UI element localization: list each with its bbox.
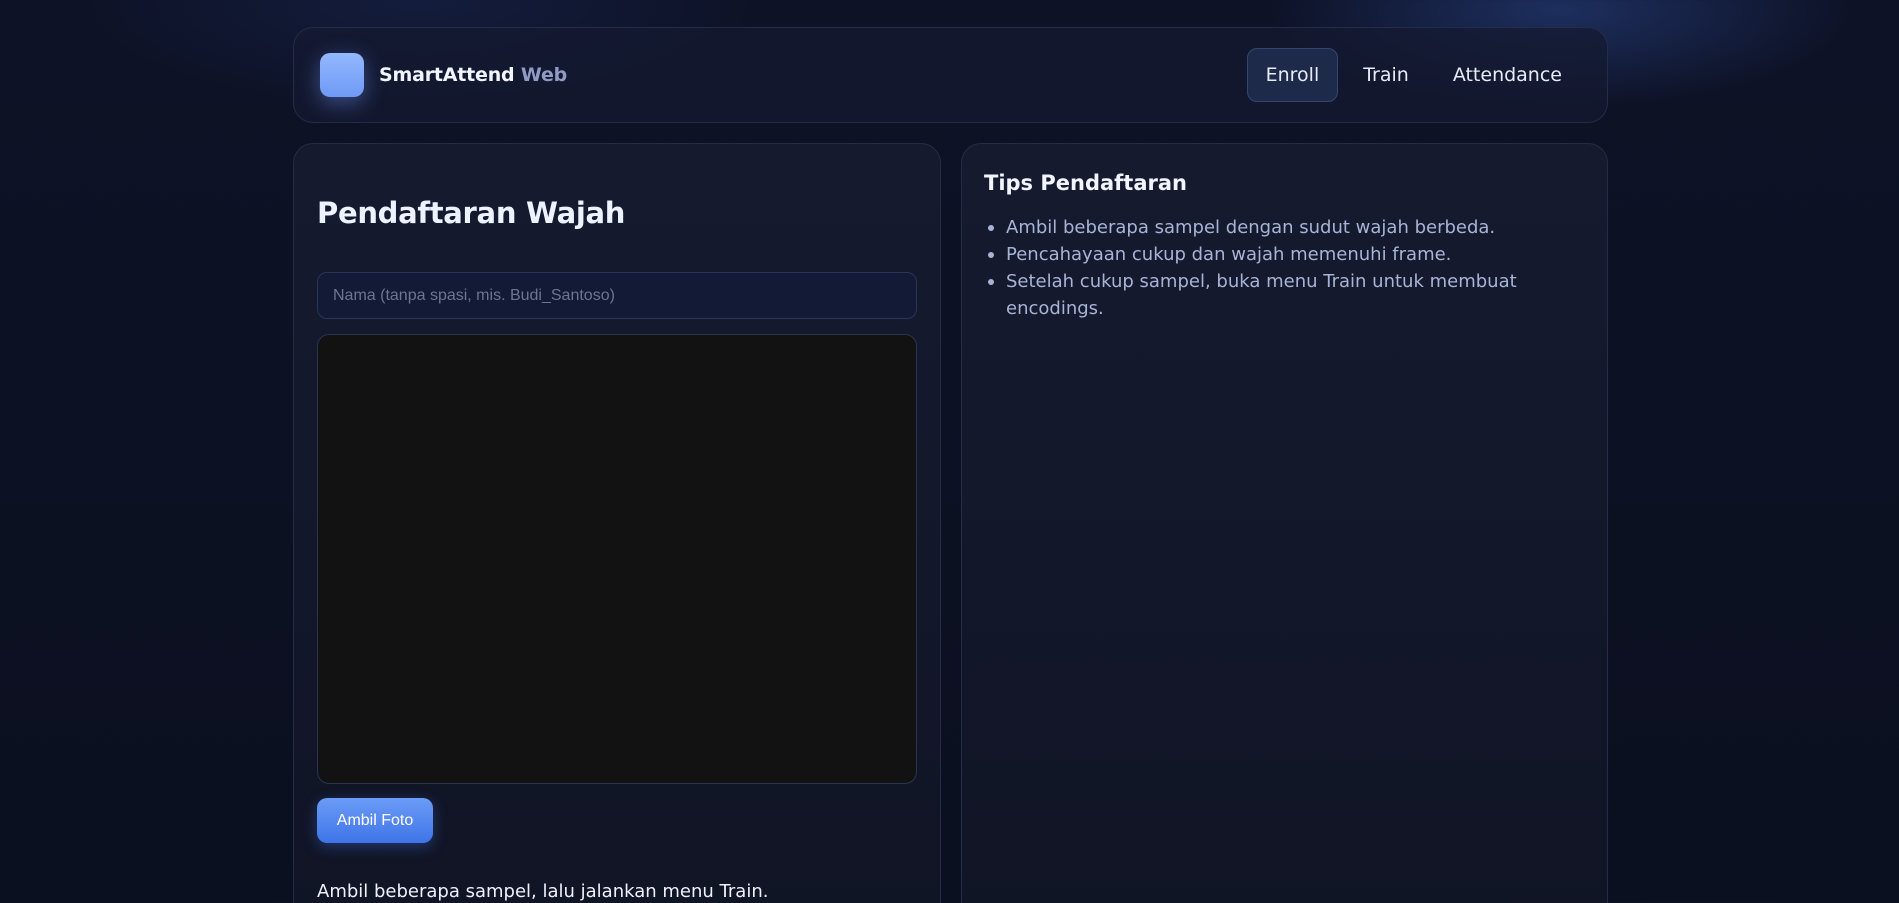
tips-title: Tips Pendaftaran (984, 171, 1187, 195)
camera-preview (317, 334, 917, 784)
brand-suffix: Web (520, 64, 568, 86)
main-nav: Enroll Train Attendance (1246, 48, 1581, 102)
name-input[interactable] (317, 272, 917, 319)
app-logo-icon (320, 53, 364, 97)
enroll-card: Pendaftaran Wajah Ambil Foto Ambil beber… (293, 143, 941, 903)
nav-enroll[interactable]: Enroll (1246, 48, 1339, 102)
tips-card: Tips Pendaftaran Ambil beberapa sampel d… (961, 143, 1608, 903)
helper-text: Ambil beberapa sampel, lalu jalankan men… (317, 881, 769, 902)
tips-list: Ambil beberapa sampel dengan sudut wajah… (984, 214, 1544, 322)
nav-attendance[interactable]: Attendance (1434, 48, 1581, 102)
brand-name: SmartAttend (379, 64, 515, 86)
capture-photo-button[interactable]: Ambil Foto (317, 798, 433, 843)
app-brand: SmartAttend Web (379, 64, 567, 86)
tip-item: Pencahayaan cukup dan wajah memenuhi fra… (984, 241, 1544, 268)
page-title: Pendaftaran Wajah (317, 196, 626, 230)
top-navbar: SmartAttend Web Enroll Train Attendance (293, 27, 1608, 123)
nav-train[interactable]: Train (1344, 48, 1428, 102)
tip-item: Ambil beberapa sampel dengan sudut wajah… (984, 214, 1544, 241)
tip-item: Setelah cukup sampel, buka menu Train un… (984, 268, 1544, 322)
